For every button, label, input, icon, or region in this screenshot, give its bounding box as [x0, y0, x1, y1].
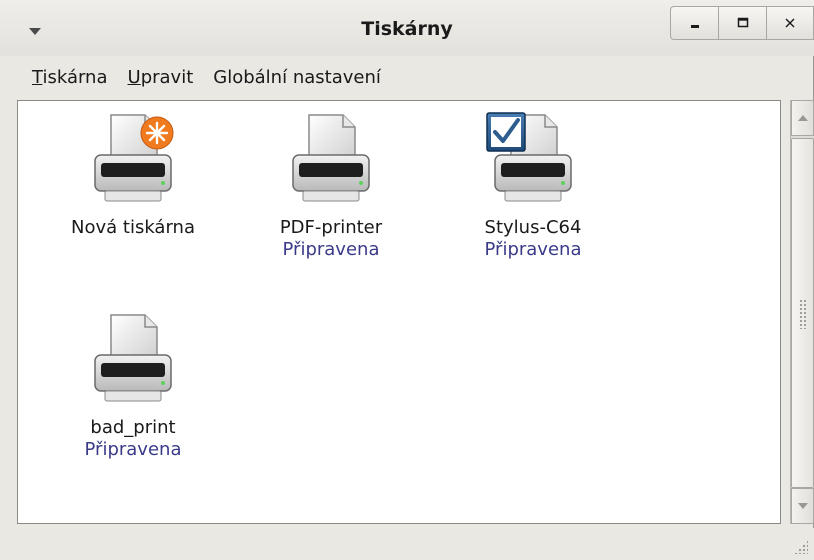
- menu-upravit-label: pravit: [140, 67, 194, 88]
- printer-icon-view[interactable]: Nová tiskárna PDF-printer Připravena Sty…: [17, 100, 781, 524]
- menu-bar: Tiskárna Upravit Globální nastavení: [0, 58, 814, 98]
- minimize-button[interactable]: [670, 6, 718, 40]
- maximize-icon: [737, 17, 748, 28]
- scroll-thumb[interactable]: [791, 138, 814, 488]
- menu-tiskarna-label: iskárna: [42, 67, 108, 88]
- minimize-icon: [690, 25, 699, 28]
- printer-name: bad_print: [90, 417, 176, 438]
- printer-item-pdf[interactable]: PDF-printer Připravena: [246, 111, 416, 260]
- maximize-button[interactable]: [718, 6, 766, 40]
- printer-item-bad-print[interactable]: bad_print Připravena: [48, 311, 218, 460]
- default-printer-icon: [483, 111, 583, 211]
- menu-globalni-nastaveni-label: Globální nastavení: [213, 67, 381, 88]
- printer-state: Připravena: [484, 239, 582, 260]
- close-button[interactable]: [766, 6, 814, 40]
- printer-state: Připravena: [282, 239, 380, 260]
- new-printer-icon: [83, 111, 183, 211]
- close-icon: [785, 18, 795, 28]
- scroll-up-button[interactable]: [791, 100, 814, 136]
- status-bar: [0, 528, 814, 560]
- window-controls: [670, 6, 814, 40]
- arrow-down-icon: [797, 503, 808, 509]
- printer-item-new[interactable]: Nová tiskárna: [48, 111, 218, 238]
- printer-item-stylus[interactable]: Stylus-C64 Připravena: [448, 111, 618, 260]
- resize-grip-icon[interactable]: [794, 540, 808, 554]
- menu-upravit[interactable]: Upravit: [118, 62, 204, 94]
- printer-name: Nová tiskárna: [71, 217, 195, 238]
- menu-tiskarna[interactable]: Tiskárna: [22, 62, 118, 94]
- grip-icon: [799, 299, 807, 329]
- menu-globalni-nastaveni[interactable]: Globální nastavení: [203, 62, 391, 94]
- printer-name: PDF-printer: [279, 217, 383, 238]
- printer-state: Připravena: [84, 439, 182, 460]
- title-bar[interactable]: Tiskárny: [0, 0, 814, 56]
- vertical-scrollbar[interactable]: [790, 100, 814, 524]
- menu-tiskarna-mnemonic: T: [32, 67, 43, 88]
- arrow-up-icon: [797, 115, 808, 121]
- printer-icon: [281, 111, 381, 211]
- printers-window: Tiskárny Tiskárna Upravit Globální nasta…: [0, 0, 814, 560]
- printer-name: Stylus-C64: [484, 217, 582, 238]
- menu-upravit-mnemonic: U: [127, 67, 141, 88]
- scroll-down-button[interactable]: [791, 488, 814, 524]
- printer-icon: [83, 311, 183, 411]
